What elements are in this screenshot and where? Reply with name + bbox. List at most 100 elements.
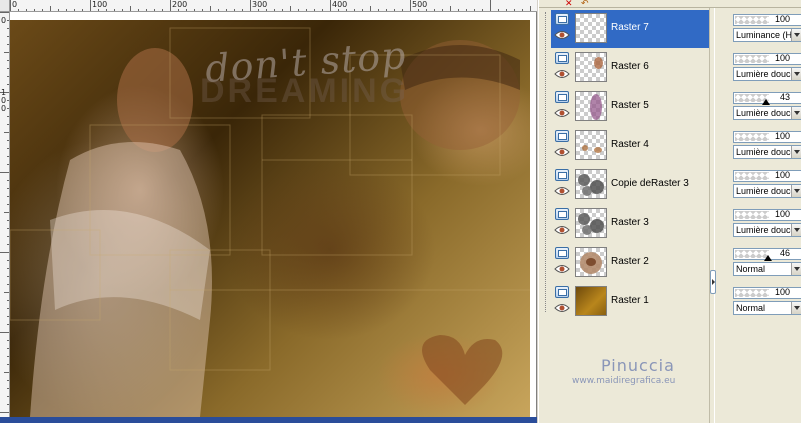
visibility-eye-icon[interactable] [554, 108, 570, 118]
blend-mode-value: Normal [736, 264, 766, 274]
ruler-left-ticks [0, 12, 9, 421]
blend-mode-value: Luminance (H) [736, 30, 796, 40]
blend-mode-value: Lumière douce [736, 225, 796, 235]
layer-row[interactable]: Raster 4 100 Lumière douce [551, 127, 801, 165]
blend-mode-select[interactable]: Luminance (H) [733, 28, 801, 42]
layer-row[interactable]: Raster 1 100 Normal [551, 283, 801, 321]
layer-row[interactable]: Raster 3 100 Lumière douce [551, 205, 801, 243]
layer-header[interactable]: Raster 7 [551, 10, 710, 48]
layer-header[interactable]: Raster 6 [551, 49, 710, 87]
layer-row[interactable]: Raster 6 100 Lumière douce [551, 49, 801, 87]
layer-row[interactable]: Raster 7 100 Luminance (H) [551, 10, 801, 48]
ruler-top-label: 500 [412, 0, 428, 9]
layer-properties: 43 Lumière douce [733, 89, 801, 123]
delete-layer-icon[interactable]: ✕ [565, 0, 573, 8]
watermark-url: www.maidiregrafica.eu [572, 376, 676, 386]
layer-thumbnail [575, 91, 607, 121]
opacity-slider[interactable]: 100 [733, 209, 801, 221]
dropdown-arrow-icon[interactable] [791, 146, 801, 158]
layer-header[interactable]: Copie deRaster 3 [551, 166, 710, 204]
layer-header[interactable]: Raster 3 [551, 205, 710, 243]
thumbnail-blob [590, 180, 604, 194]
collapse-arrow-icon[interactable] [710, 270, 716, 294]
dropdown-arrow-icon[interactable] [791, 224, 801, 236]
layer-row[interactable]: Raster 5 43 Lumière douce [551, 88, 801, 126]
layer-group-icon[interactable] [555, 247, 569, 259]
opacity-slider[interactable]: 43 [733, 92, 801, 105]
visibility-eye-icon[interactable] [554, 264, 570, 274]
ruler-corner [0, 0, 10, 12]
panel-divider[interactable] [709, 8, 716, 423]
blend-mode-select[interactable]: Lumière douce [733, 106, 801, 120]
ruler-top-label: 300 [252, 0, 268, 9]
layer-group-icon[interactable] [555, 130, 569, 142]
visibility-eye-icon[interactable] [554, 147, 570, 157]
visibility-eye-icon[interactable] [554, 303, 570, 313]
opacity-marker-icon[interactable] [764, 255, 772, 261]
dropdown-arrow-icon[interactable] [791, 185, 801, 197]
layer-properties: 100 Lumière douce [733, 167, 801, 201]
layer-group-icon[interactable] [555, 286, 569, 298]
undo-icon[interactable]: ↶ [581, 0, 589, 8]
layer-properties: 100 Lumière douce [733, 128, 801, 162]
canvas-area[interactable]: 0 100 200 300 400 500 0 1 0 0 don't stop… [0, 0, 537, 423]
opacity-checker [735, 289, 769, 297]
layer-row[interactable]: Raster 2 46 Normal [551, 244, 801, 282]
blend-mode-select[interactable]: Normal [733, 262, 801, 276]
blend-mode-select[interactable]: Normal [733, 301, 801, 315]
layer-header[interactable]: Raster 5 [551, 88, 710, 126]
opacity-checker [735, 172, 769, 180]
opacity-value: 100 [774, 209, 790, 219]
opacity-value: 100 [774, 170, 790, 180]
opacity-slider[interactable]: 100 [733, 14, 801, 26]
blend-mode-select[interactable]: Lumière douce [733, 184, 801, 198]
layer-name: Copie deRaster 3 [611, 178, 689, 189]
dropdown-arrow-icon[interactable] [791, 29, 801, 41]
layer-header[interactable]: Raster 2 [551, 244, 710, 282]
ruler-left: 0 1 0 0 [0, 12, 10, 423]
opacity-slider[interactable]: 100 [733, 287, 801, 299]
opacity-slider[interactable]: 100 [733, 53, 801, 65]
visibility-eye-icon[interactable] [554, 225, 570, 235]
thumbnail-blob [594, 57, 603, 69]
layer-name: Raster 7 [611, 22, 649, 33]
layer-group-icon[interactable] [555, 91, 569, 103]
thumbnail-blob [578, 213, 590, 225]
layer-tree-line [545, 12, 546, 312]
layer-row[interactable]: Copie deRaster 3 100 Lumière douce [551, 166, 801, 204]
canvas-bottom-bar [0, 417, 537, 423]
layer-name: Raster 1 [611, 295, 649, 306]
layer-group-icon[interactable] [555, 208, 569, 220]
layer-name: Raster 5 [611, 100, 649, 111]
visibility-eye-icon[interactable] [554, 30, 570, 40]
ruler-top-ticks [10, 0, 531, 11]
layer-header[interactable]: Raster 4 [551, 127, 710, 165]
layer-thumbnail [575, 169, 607, 199]
dropdown-arrow-icon[interactable] [791, 263, 801, 275]
opacity-slider[interactable]: 46 [733, 248, 801, 261]
dropdown-arrow-icon[interactable] [791, 302, 801, 314]
blend-mode-value: Lumière douce [736, 69, 796, 79]
blend-mode-select[interactable]: Lumière douce [733, 223, 801, 237]
opacity-value: 46 [779, 248, 790, 258]
ruler-top-label: 400 [332, 0, 348, 9]
opacity-slider[interactable]: 100 [733, 170, 801, 182]
blend-mode-select[interactable]: Lumière douce [733, 67, 801, 81]
dropdown-arrow-icon[interactable] [791, 107, 801, 119]
layer-properties: 100 Normal [733, 284, 801, 318]
opacity-value: 43 [779, 92, 790, 102]
layer-group-icon[interactable] [555, 52, 569, 64]
composite-image[interactable]: don't stop DREAMING [10, 20, 530, 417]
layer-group-icon[interactable] [555, 169, 569, 181]
layer-thumbnail [575, 208, 607, 238]
visibility-eye-icon[interactable] [554, 186, 570, 196]
blend-mode-select[interactable]: Lumière douce [733, 145, 801, 159]
layer-group-icon[interactable] [555, 13, 569, 25]
dropdown-arrow-icon[interactable] [791, 68, 801, 80]
layer-header[interactable]: Raster 1 [551, 283, 710, 321]
opacity-slider[interactable]: 100 [733, 131, 801, 143]
opacity-marker-icon[interactable] [762, 99, 770, 105]
blend-mode-value: Lumière douce [736, 186, 796, 196]
visibility-eye-icon[interactable] [554, 69, 570, 79]
thumbnail-blob [590, 219, 604, 233]
